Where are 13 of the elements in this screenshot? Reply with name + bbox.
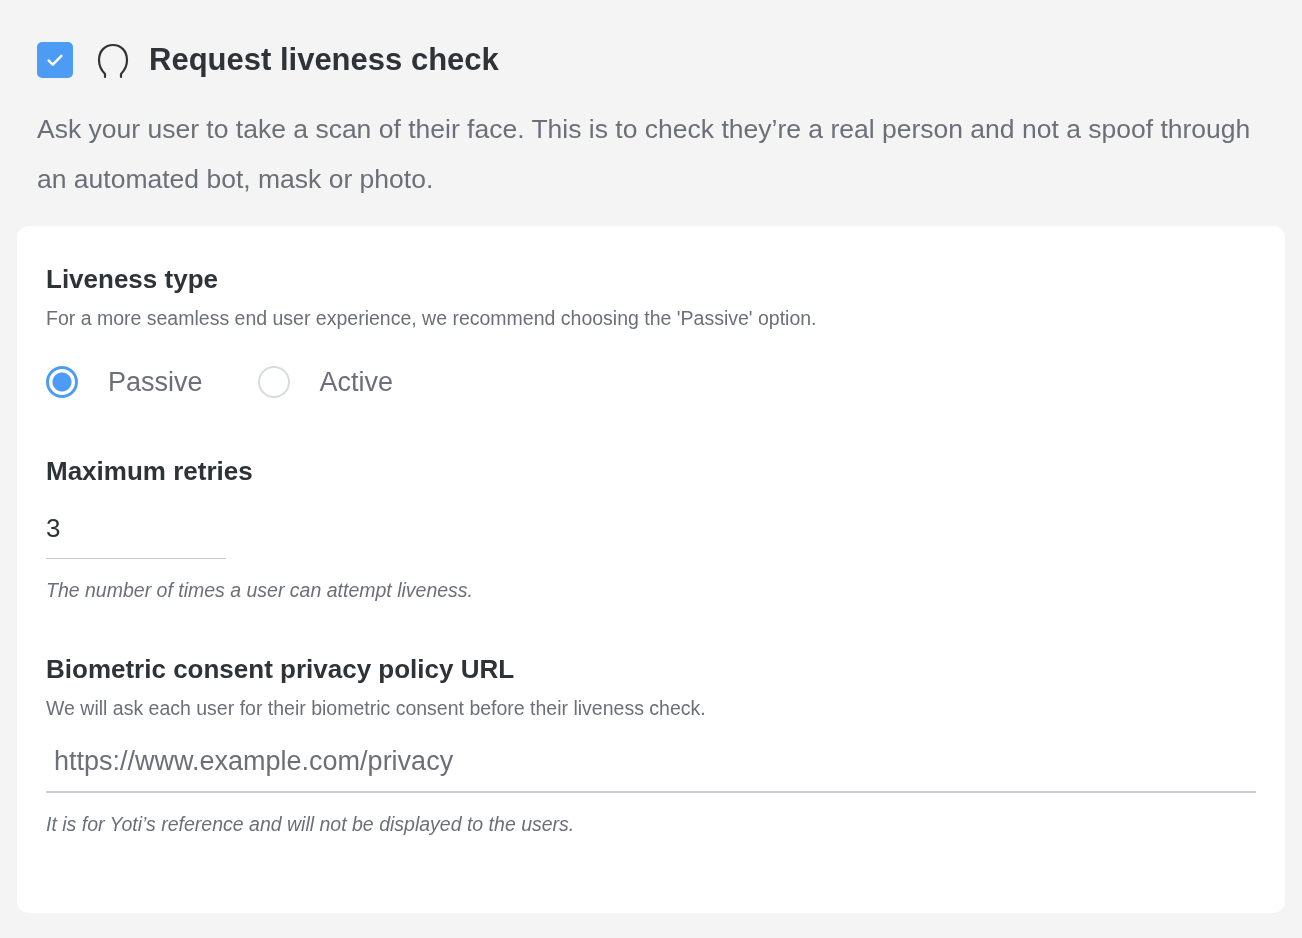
description-text: Ask your user to take a scan of their face. This is to check they’re a real person and not a spoof through an automated bot, mask or photo. [37,113,1252,196]
radio-label[interactable]: Passive [108,366,203,398]
field-label: Maximum retries [46,456,254,487]
helper-text: The number of times a user can attempt liveness. [46,579,475,602]
field-label: Liveness type [46,264,219,295]
section-title: Request liveness check [149,42,499,78]
radio-label[interactable]: Active [319,366,394,398]
field-description: We will ask each user for their biometric consent before their liveness check. [46,697,707,720]
field-description: For a more seamless end user experience, we recommend choosing the 'Passive' option. [46,307,818,330]
radio-button[interactable] [46,366,78,398]
helper-text: It is for Yoti’s reference and will not be displayed to the users. [46,813,576,836]
field-label: Biometric consent privacy policy URL [46,654,516,685]
checkbox[interactable] [37,42,73,78]
